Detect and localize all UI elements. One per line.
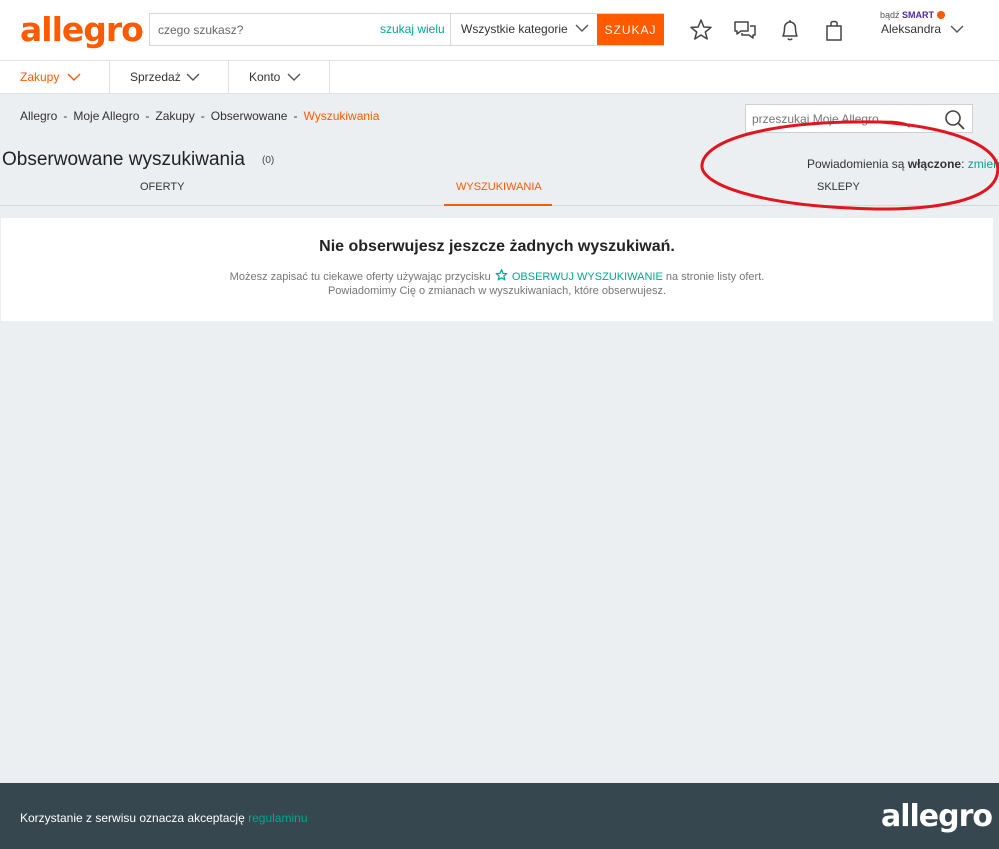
- search-many-link[interactable]: szukaj wielu: [380, 22, 445, 36]
- smart-badge[interactable]: bądź SMART: [880, 10, 945, 20]
- chevron-down-icon: [287, 73, 301, 81]
- chevron-down-icon: [186, 73, 200, 81]
- page-title: Obserwowane wyszukiwania: [2, 149, 245, 170]
- footer-allegro-logo: allegro: [881, 799, 993, 834]
- empty-state-text: Możesz zapisać tu ciekawe oferty używają…: [229, 271, 491, 283]
- bell-icon[interactable]: [777, 17, 803, 43]
- notifications-status: Powiadomienia są włączone: zmień: [807, 157, 999, 171]
- empty-state-title: Nie obserwujesz jeszcze żadnych wyszukiw…: [319, 238, 675, 255]
- search-icon[interactable]: [944, 109, 966, 131]
- footer-terms: Korzystanie z serwisu oznacza akceptację…: [20, 811, 308, 825]
- my-allegro-search: [745, 104, 973, 133]
- empty-state-line-1: Możesz zapisać tu ciekawe oferty używają…: [1, 268, 993, 283]
- top-header: allegro szukaj wielu Wszystkie kategorie…: [0, 0, 999, 60]
- category-select[interactable]: Wszystkie kategorie: [450, 14, 597, 45]
- user-name[interactable]: Aleksandra: [881, 22, 941, 36]
- chevron-down-icon[interactable]: [950, 24, 964, 34]
- breadcrumb-separator: -: [200, 109, 205, 123]
- nav-item-sprzedaz[interactable]: Sprzedaż: [110, 61, 229, 93]
- empty-state-text: na stronie listy ofert.: [665, 271, 765, 283]
- messages-icon[interactable]: [732, 17, 758, 43]
- smart-dot-icon: [936, 11, 945, 19]
- terms-link[interactable]: regulaminu: [248, 811, 307, 825]
- notifications-prefix: Powiadomienia są: [807, 157, 905, 171]
- smart-label: SMART: [902, 10, 935, 20]
- footer: Korzystanie z serwisu oznacza akceptację…: [0, 783, 999, 849]
- cart-bag-icon[interactable]: [821, 17, 847, 43]
- main-nav: Zakupy Sprzedaż Konto: [0, 60, 999, 94]
- breadcrumb-item[interactable]: Moje Allegro: [73, 109, 139, 123]
- breadcrumb-item[interactable]: Allegro: [20, 109, 57, 123]
- category-select-label: Wszystkie kategorie: [461, 22, 568, 36]
- tab-sklepy[interactable]: SKLEPY: [817, 181, 860, 193]
- nav-item-label: Zakupy: [20, 70, 60, 84]
- breadcrumb-separator: -: [145, 109, 150, 123]
- observe-search-label: OBSERWUJ WYSZUKIWANIE: [511, 271, 663, 283]
- breadcrumb-separator: -: [63, 109, 68, 123]
- nav-item-label: Konto: [249, 70, 281, 84]
- footer-terms-text: Korzystanie z serwisu oznacza akceptację: [20, 811, 245, 825]
- nav-item-zakupy[interactable]: Zakupy: [0, 61, 110, 93]
- breadcrumb-separator: -: [293, 109, 298, 123]
- nav-item-label: Sprzedaż: [130, 70, 181, 84]
- notifications-state: włączone: [907, 157, 962, 171]
- my-allegro-search-input[interactable]: [746, 105, 936, 132]
- breadcrumb: Allegro - Moje Allegro - Zakupy - Obserwowane -…: [20, 109, 379, 123]
- chevron-down-icon: [575, 24, 589, 32]
- star-icon[interactable]: [688, 17, 714, 43]
- allegro-logo[interactable]: allegro: [20, 10, 144, 49]
- empty-state-line-2: Powiadomimy Cię o zmianach w wyszukiwani…: [327, 285, 667, 297]
- notifications-colon: :: [961, 157, 965, 171]
- tab-oferty[interactable]: OFERTY: [140, 181, 184, 193]
- notifications-change-link[interactable]: zmień: [968, 157, 999, 171]
- tab-wyszukiwania[interactable]: WYSZUKIWANIA: [456, 181, 542, 193]
- chevron-down-icon: [67, 73, 81, 81]
- star-icon: [495, 269, 508, 281]
- breadcrumb-item[interactable]: Zakupy: [155, 109, 194, 123]
- smart-prefix: bądź: [880, 10, 900, 20]
- tabs-bar: OFERTY WYSZUKIWANIA SKLEPY: [0, 175, 999, 206]
- watch-count: (0): [262, 155, 275, 166]
- empty-state-panel: Nie obserwujesz jeszcze żadnych wyszukiw…: [1, 218, 993, 321]
- nav-item-konto[interactable]: Konto: [229, 61, 330, 93]
- search-button[interactable]: SZUKAJ: [597, 14, 664, 45]
- active-tab-indicator: [444, 204, 552, 206]
- search-bar: szukaj wielu Wszystkie kategorie: [149, 13, 664, 46]
- breadcrumb-item[interactable]: Obserwowane: [211, 109, 288, 123]
- breadcrumb-current: Wyszukiwania: [303, 109, 380, 123]
